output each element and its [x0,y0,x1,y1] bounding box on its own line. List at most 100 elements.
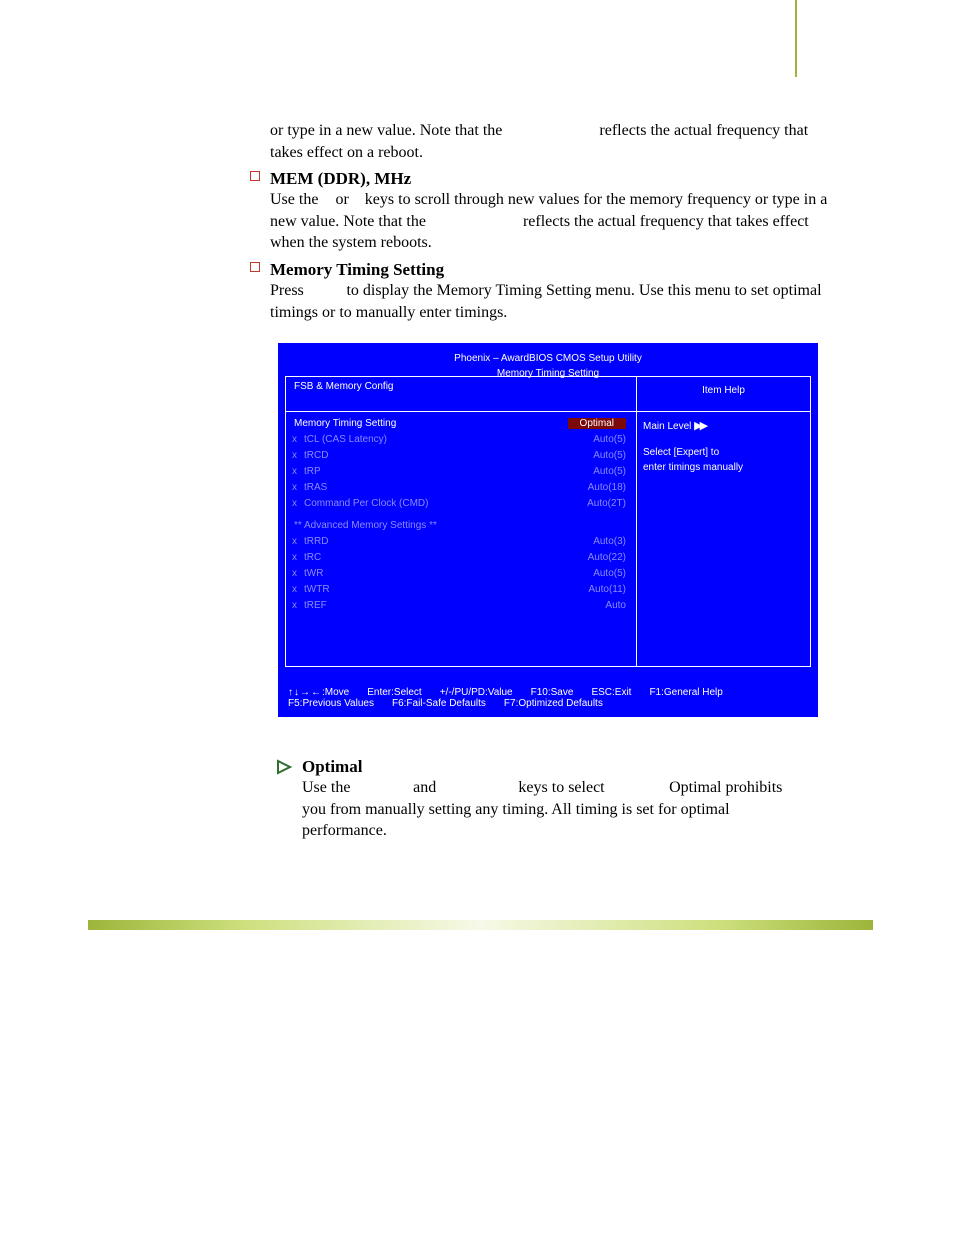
bios-row: Memory Timing Setting Optimal [294,418,630,432]
bios-footer-failsafe: F6:Fail-Safe Defaults [392,698,486,709]
bios-row: xtRAS Auto(18) [294,482,630,496]
bios-disabled-x: x [292,552,297,563]
t: to display the Memory Timing Setting men… [270,282,822,321]
bios-footer-value: +/-/PU/PD:Value [440,687,513,698]
bios-footer-exit: ESC:Exit [591,687,631,698]
bios-section-label: ** Advanced Memory Settings ** [294,520,437,531]
bios-disabled-x: x [292,450,297,461]
bios-footer-enter: Enter:Select [367,687,421,698]
bios-title-line-1: Phoenix – AwardBIOS CMOS Setup Utility [278,351,818,366]
intro-ghost: Current Value [506,122,595,139]
t: Optimal. [609,779,665,796]
mem-timing-heading: Memory Timing Setting [270,260,830,280]
bios-disabled-x: x [292,536,297,547]
bios-footer-help: F1:General Help [649,687,722,698]
bios-row-label: tRRD [304,536,328,547]
bios-disabled-x: x [292,466,297,477]
help-line-b: enter timings manually [643,460,804,475]
bios-row-value: Auto(18) [588,482,626,493]
bios-row-label: tREF [304,600,327,611]
t: – [353,191,361,208]
optimal-heading: Optimal [302,757,807,777]
help-line-a: Select [Expert] to [643,445,804,460]
t: Page Down [440,779,514,796]
bios-row-value: Auto(2T) [587,498,626,509]
bios-row-label: tRC [304,552,321,563]
page-number: 37 [835,902,850,919]
bios-disabled-x: x [292,584,297,595]
fast-forward-icon: ▶▶ [694,418,705,435]
bios-row-value: Auto(3) [593,536,626,547]
mem-timing-body: Press Enter to display the Memory Timing… [270,280,830,323]
bios-row: xtWR Auto(5) [294,568,630,582]
bios-row-label: tCL (CAS Latency) [304,434,387,445]
footer-green-bar [88,920,873,930]
help-main-level: Main Level [643,421,691,432]
mem-ddr-item: MEM (DDR), MHz Use the + or – keys to sc… [270,169,830,254]
t: Enter [308,282,343,299]
bios-row: xtRCD Auto(5) [294,450,630,464]
bios-footer-save: F10:Save [531,687,574,698]
bios-disabled-x: x [292,568,297,579]
bios-header-left-label: FSB & Memory Config [286,377,636,396]
t: Current Value [430,213,519,230]
bios-row: x Command Per Clock (CMD) Auto(2T) [294,498,630,512]
bios-disabled-x: x [292,434,297,445]
bios-frame: FSB & Memory Config Item Help Memory Tim… [285,376,811,667]
bios-rows: Memory Timing Setting Optimal x tCL (CAS La… [286,412,637,666]
bios-row-value: Auto(5) [593,434,626,445]
bios-disabled-x: x [292,600,297,611]
mem-timing-item: Memory Timing Setting Press Enter to dis… [270,260,830,323]
bios-row-value: Optimal [568,418,626,429]
bios-row: xtRC Auto(22) [294,552,630,566]
bios-row: ** Advanced Memory Settings ** [294,520,630,534]
mem-ddr-body: Use the + or – keys to scroll through ne… [270,189,830,254]
bios-header-left: FSB & Memory Config [286,377,637,411]
bios-row-value: Auto(5) [593,450,626,461]
t: Press [270,282,308,299]
bios-row-value: Auto(22) [588,552,626,563]
bios-header-right-label: Item Help [637,377,810,404]
chevron-right-icon [276,759,292,775]
bios-help-text: Main Level ▶▶ Select [Expert] to enter t… [637,412,810,481]
bios-footer-prev: F5:Previous Values [288,698,374,709]
square-bullet-icon [250,171,260,181]
bios-row-label: tRP [304,466,321,477]
bios-row: xtREF Auto [294,600,630,614]
bios-row-value: Auto [605,600,626,611]
bios-body: Memory Timing Setting Optimal x tCL (CAS La… [286,411,810,666]
bios-disabled-x: x [292,498,297,509]
manual-page: or type in a new value. Note that the Cu… [0,0,954,1235]
bios-row: xtRRD Auto(3) [294,536,630,550]
bios-row-label: Command Per Clock (CMD) [304,498,428,509]
optimal-body: Use the Page Up and Page Down keys to se… [302,777,807,842]
t: Use the [302,779,354,796]
bios-row-label: Memory Timing Setting [294,418,396,429]
bios-help-panel: Main Level ▶▶ Select [Expert] to enter t… [637,412,810,666]
bios-disabled-x: x [292,482,297,493]
bios-footer: ↑↓→←:Move Enter:Select +/-/PU/PD:Value F… [288,687,808,709]
bios-row-label: tWTR [304,584,330,595]
bios-header-right: Item Help [637,377,810,411]
bios-row: x tCL (CAS Latency) Auto(5) [294,434,630,448]
arrows-icon: ↑↓→← [288,687,322,698]
body-content: or type in a new value. Note that the Cu… [270,120,830,842]
bios-row-label: tWR [304,568,323,579]
t: Use the [270,191,322,208]
bios-row-value: Auto(5) [593,466,626,477]
bios-footer-move: ↑↓→←:Move [288,687,349,698]
bios-screenshot: Phoenix – AwardBIOS CMOS Setup Utility M… [278,343,818,717]
t: Page Up [354,779,409,796]
intro-paragraph: or type in a new value. Note that the Cu… [270,120,830,163]
mem-ddr-heading: MEM (DDR), MHz [270,169,830,189]
bios-row-value: Auto(5) [593,568,626,579]
t: keys to select [514,779,608,796]
bios-row: xtRP Auto(5) [294,466,630,480]
t: and [409,779,440,796]
bios-row-label: tRAS [304,482,327,493]
bios-row-label: tRCD [304,450,328,461]
bios-footer-optimized: F7:Optimized Defaults [504,698,603,709]
t: or [331,191,352,208]
bios-row: xtWTRAuto(11) [294,584,630,598]
optimal-item: Optimal Use the Page Up and Page Down ke… [302,757,807,842]
